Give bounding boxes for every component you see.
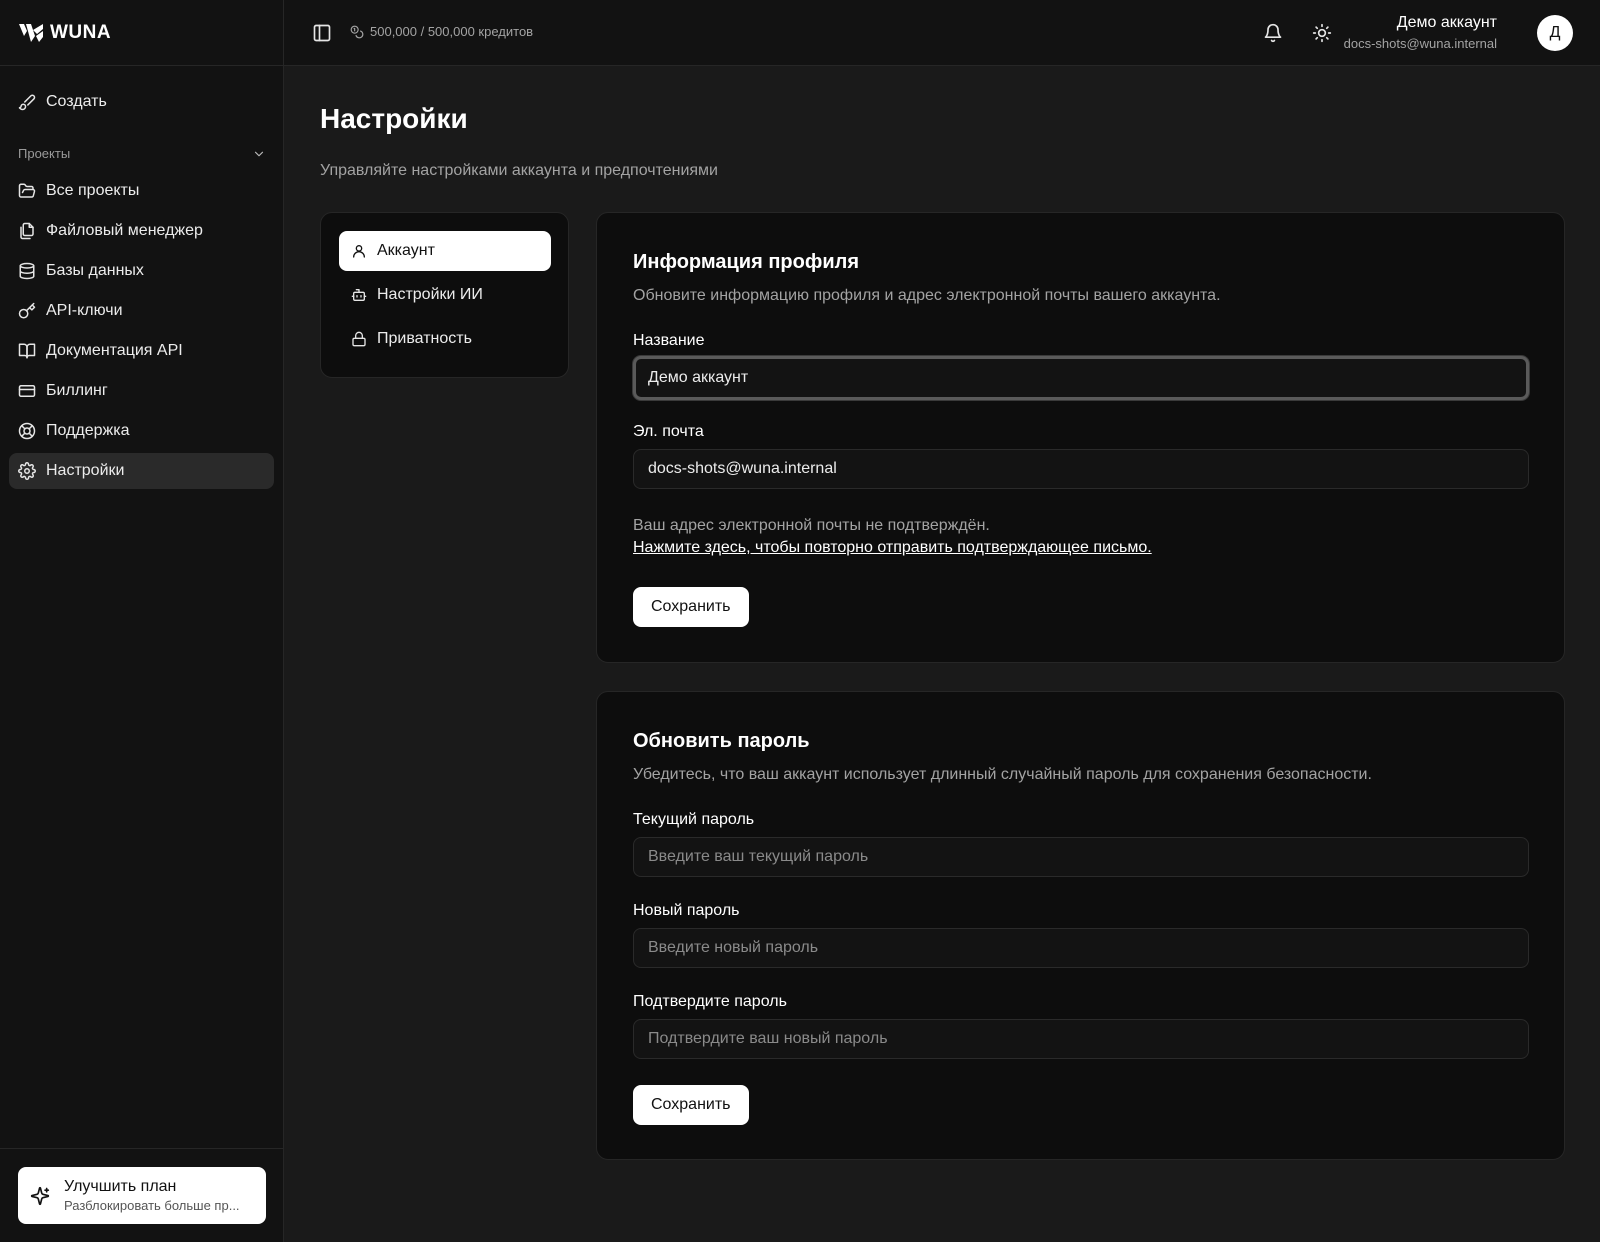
- profile-card: Информация профиля Обновите информацию п…: [596, 212, 1565, 663]
- wuna-logo-icon: [19, 23, 43, 42]
- resend-verification-link[interactable]: Нажмите здесь, чтобы повторно отправить …: [633, 539, 1152, 557]
- sidebar-item-all-projects[interactable]: Все проекты: [9, 173, 274, 209]
- sidebar-item-label: API-ключи: [46, 302, 123, 319]
- settings-nav: Аккаунт Настройки ИИ Приватность: [320, 212, 569, 378]
- password-description: Убедитесь, что ваш аккаунт использует дл…: [633, 766, 1372, 783]
- unverified-email-note: Ваш адрес электронной почты не подтвержд…: [633, 517, 990, 534]
- user-name[interactable]: Демо аккаунт: [1397, 14, 1497, 32]
- sun-icon[interactable]: [1312, 23, 1332, 43]
- profile-description: Обновите информацию профиля и адрес элек…: [633, 287, 1221, 304]
- tab-account[interactable]: Аккаунт: [339, 231, 551, 271]
- coins-icon: [350, 25, 364, 38]
- credit-card-icon: [18, 385, 36, 397]
- user-email: docs-shots@wuna.internal: [1343, 36, 1497, 51]
- page-title: Настройки: [320, 103, 468, 134]
- upgrade-title: Улучшить план: [64, 1178, 177, 1195]
- bot-icon: [351, 289, 367, 301]
- new-password-label: Новый пароль: [633, 902, 740, 919]
- sidebar-item-label: Поддержка: [46, 422, 130, 439]
- sidebar-item-api-keys[interactable]: API-ключи: [9, 293, 274, 329]
- brush-icon: [18, 94, 36, 111]
- create-label: Создать: [46, 93, 107, 110]
- sidebar-item-databases[interactable]: Базы данных: [9, 253, 274, 289]
- sparkles-icon: [30, 1186, 50, 1205]
- brand-name: WUNA: [50, 21, 112, 43]
- sidebar-item-label: Базы данных: [46, 262, 144, 279]
- sidebar-item-billing[interactable]: Биллинг: [9, 373, 274, 409]
- files-icon: [20, 222, 34, 240]
- email-field[interactable]: [633, 449, 1529, 489]
- book-open-icon: [18, 343, 36, 359]
- gear-icon: [18, 462, 36, 480]
- new-password-input[interactable]: [633, 928, 1529, 968]
- profile-title: Информация профиля: [633, 251, 860, 273]
- password-card: Обновить пароль Убедитесь, что ваш аккау…: [596, 691, 1565, 1160]
- user-icon: [353, 245, 365, 258]
- page-subtitle: Управляйте настройками аккаунта и предпо…: [320, 162, 718, 179]
- projects-section-toggle[interactable]: Проекты: [18, 146, 266, 161]
- sidebar-item-support[interactable]: Поддержка: [9, 413, 274, 449]
- projects-section-label: Проекты: [18, 146, 71, 161]
- folder-open-icon: [18, 183, 36, 198]
- credits-indicator: 500,000 / 500,000 кредитов: [350, 24, 533, 39]
- name-label: Название: [633, 332, 705, 349]
- sidebar-divider: [0, 1148, 284, 1149]
- logo[interactable]: WUNA: [0, 0, 283, 66]
- email-label: Эл. почта: [633, 423, 704, 440]
- save-password-button[interactable]: Сохранить: [633, 1085, 749, 1125]
- credits-text: 500,000 / 500,000 кредитов: [370, 24, 534, 39]
- password-title: Обновить пароль: [633, 730, 810, 752]
- sidebar-item-label: Все проекты: [46, 182, 140, 199]
- sidebar-item-file-manager[interactable]: Файловый менеджер: [9, 213, 274, 249]
- confirm-password-label: Подтвердите пароль: [633, 993, 787, 1010]
- avatar[interactable]: Д: [1537, 15, 1573, 51]
- tab-label: Аккаунт: [377, 242, 435, 259]
- current-password-input[interactable]: [633, 837, 1529, 877]
- upgrade-plan-button[interactable]: Улучшить план Разблокировать больше пр..…: [18, 1167, 266, 1224]
- top-bar: 500,000 / 500,000 кредитов Демо аккаунт …: [284, 0, 1600, 66]
- save-profile-button[interactable]: Сохранить: [633, 587, 749, 627]
- sidebar-item-label: Настройки: [46, 462, 125, 479]
- sidebar-toggle-icon[interactable]: [312, 23, 332, 43]
- lock-icon: [352, 331, 366, 347]
- tab-privacy[interactable]: Приватность: [339, 319, 551, 359]
- tab-ai-settings[interactable]: Настройки ИИ: [339, 275, 551, 315]
- key-icon: [18, 302, 36, 319]
- current-password-label: Текущий пароль: [633, 811, 755, 828]
- sidebar-item-label: Файловый менеджер: [46, 222, 203, 239]
- confirm-password-input[interactable]: [633, 1019, 1529, 1059]
- tab-label: Приватность: [377, 330, 472, 347]
- sidebar: WUNA Создать Проекты Все проекты Файловы…: [0, 0, 284, 1242]
- sidebar-item-settings[interactable]: Настройки: [9, 453, 274, 489]
- sidebar-item-label: Документация API: [46, 342, 183, 359]
- name-input[interactable]: [633, 356, 1529, 400]
- chevron-down-icon: [254, 151, 264, 156]
- sidebar-item-label: Биллинг: [46, 382, 108, 399]
- bell-icon[interactable]: [1263, 23, 1283, 43]
- create-button[interactable]: Создать: [9, 84, 274, 120]
- tab-label: Настройки ИИ: [377, 286, 483, 303]
- database-icon: [19, 262, 35, 280]
- upgrade-subtitle: Разблокировать больше пр...: [64, 1198, 240, 1213]
- sidebar-item-api-docs[interactable]: Документация API: [9, 333, 274, 369]
- life-buoy-icon: [18, 422, 36, 440]
